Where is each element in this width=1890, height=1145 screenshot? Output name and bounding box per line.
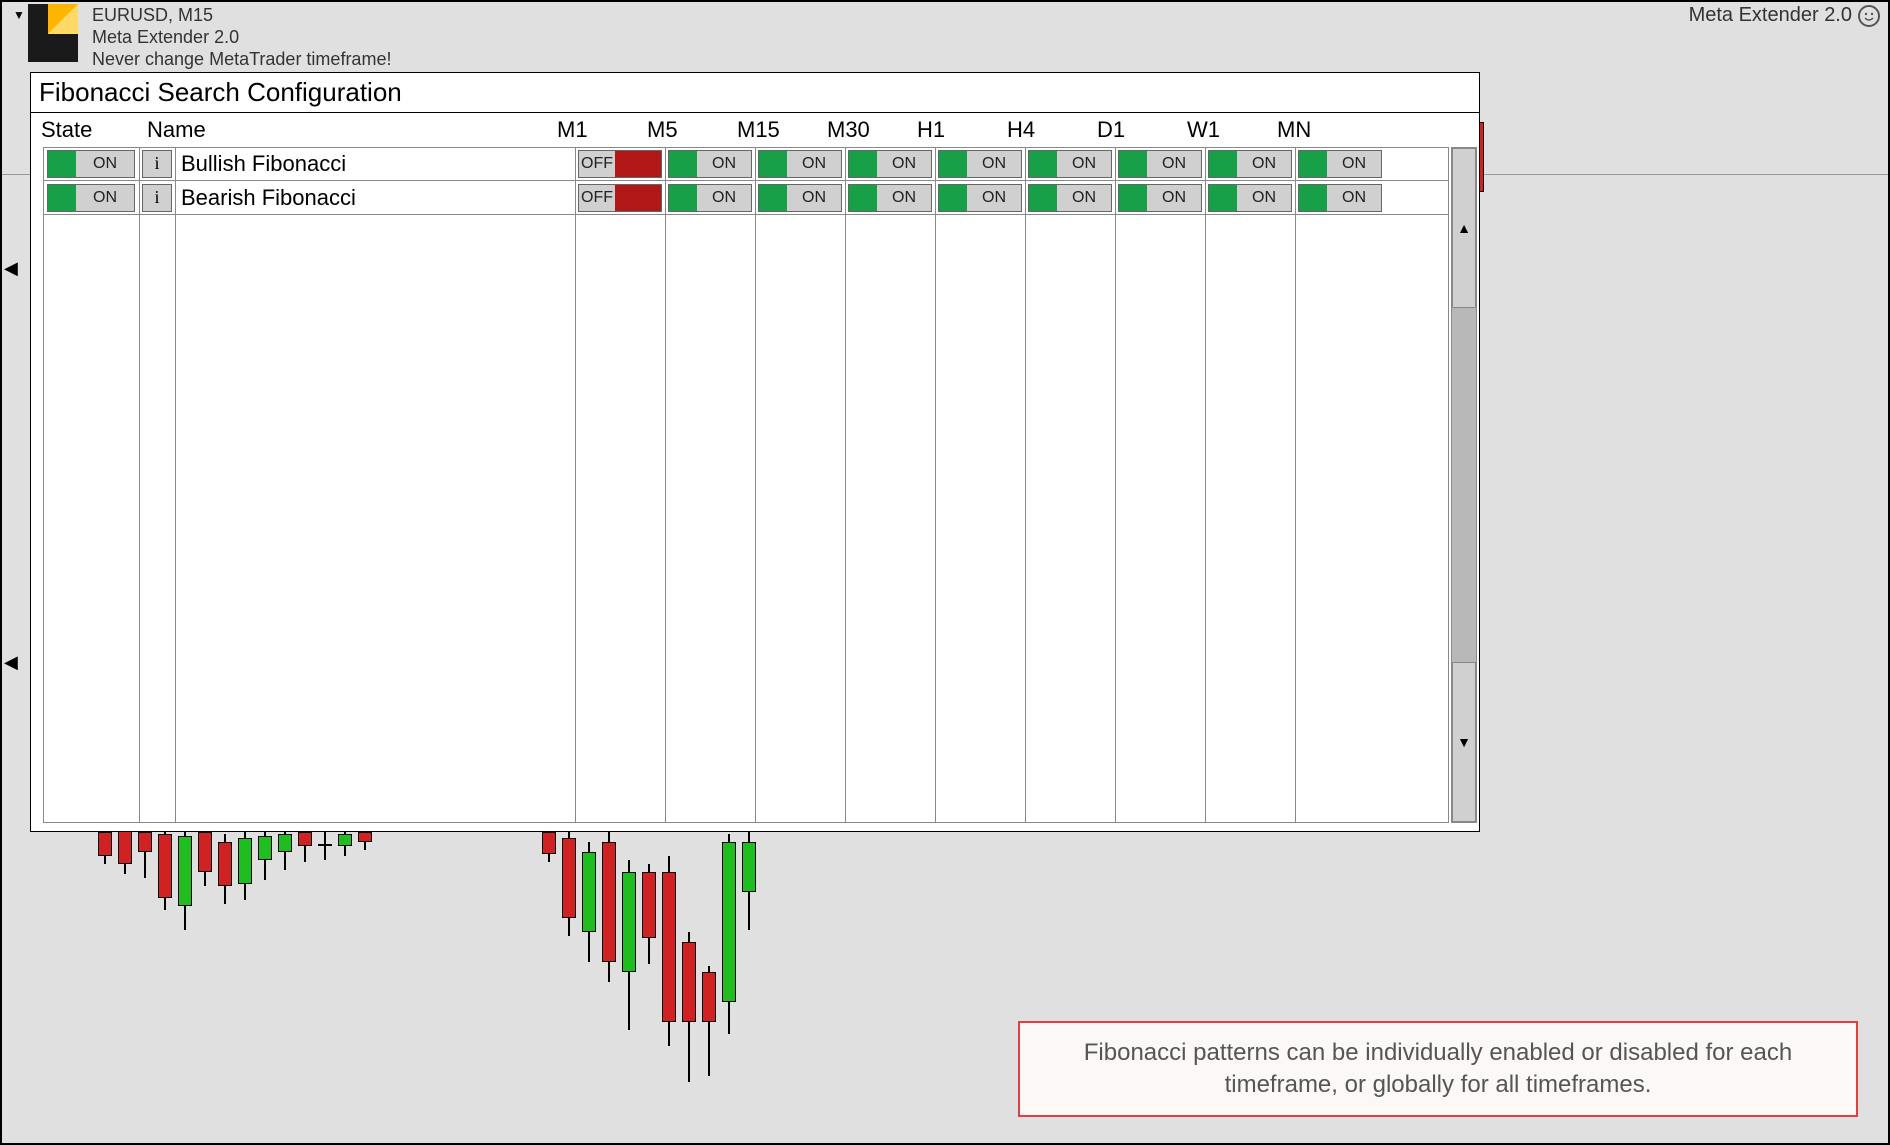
timeframe-toggle[interactable]: ON — [758, 150, 842, 178]
col-header-tf-4: H1 — [911, 117, 1001, 143]
info-button[interactable]: i — [142, 150, 172, 178]
panel-scrollbar[interactable]: ▲ ▼ — [1451, 147, 1477, 823]
dropdown-icon[interactable]: ▼ — [10, 6, 28, 24]
timeframe-toggle[interactable]: ON — [848, 150, 932, 178]
panel-collapse-arrow-2[interactable]: ◀ — [4, 652, 18, 673]
row-name: Bearish Fibonacci — [175, 181, 575, 214]
timeframe-toggle[interactable]: ON — [668, 184, 752, 212]
col-header-state: State — [31, 117, 141, 143]
info-bar: ▼ EURUSD, M15 Meta Extender 2.0 Never ch… — [10, 4, 1888, 70]
right-badge-text: Meta Extender 2.0 — [1689, 4, 1852, 27]
config-row: ONiBullish FibonacciOFFONONONONONONONON — [43, 147, 1449, 181]
tagline-label: Never change MetaTrader timeframe! — [92, 48, 391, 70]
config-panel: Fibonacci Search Configuration State Nam… — [30, 72, 1480, 832]
timeframe-toggle[interactable]: OFF — [578, 184, 662, 212]
config-row: ONiBearish FibonacciOFFONONONONONONONON — [43, 181, 1449, 215]
symbol-label: EURUSD, M15 — [92, 4, 391, 26]
product-label: Meta Extender 2.0 — [92, 26, 391, 48]
col-header-tf-3: M30 — [821, 117, 911, 143]
info-button[interactable]: i — [142, 184, 172, 212]
col-header-tf-8: MN — [1271, 117, 1361, 143]
panel-header-row: State Name M1 M5 M15 M30 H1 H4 D1 W1 MN — [31, 113, 1479, 147]
col-header-tf-6: D1 — [1091, 117, 1181, 143]
col-header-name: Name — [141, 117, 551, 143]
col-header-tf-0: M1 — [551, 117, 641, 143]
col-header-tf-7: W1 — [1181, 117, 1271, 143]
col-header-tf-1: M5 — [641, 117, 731, 143]
timeframe-toggle[interactable]: ON — [1208, 150, 1292, 178]
timeframe-toggle[interactable]: ON — [938, 150, 1022, 178]
grid-lines — [43, 147, 1449, 823]
timeframe-toggle[interactable]: ON — [1118, 150, 1202, 178]
timeframe-toggle[interactable]: ON — [758, 184, 842, 212]
row-name: Bullish Fibonacci — [175, 147, 575, 180]
timeframe-toggle[interactable]: ON — [1118, 184, 1202, 212]
right-badge: Meta Extender 2.0 — [1689, 4, 1880, 27]
smiley-icon[interactable] — [1858, 5, 1880, 27]
timeframe-toggle[interactable]: ON — [1298, 184, 1382, 212]
state-toggle[interactable]: ON — [47, 184, 135, 212]
timeframe-toggle[interactable]: ON — [938, 184, 1022, 212]
timeframe-toggle[interactable]: OFF — [578, 150, 662, 178]
timeframe-toggle[interactable]: ON — [1208, 184, 1292, 212]
col-header-tf-5: H4 — [1001, 117, 1091, 143]
product-logo — [28, 4, 78, 62]
state-toggle[interactable]: ON — [47, 150, 135, 178]
panel-title: Fibonacci Search Configuration — [31, 73, 1479, 113]
scroll-down-button[interactable]: ▼ — [1452, 662, 1476, 822]
timeframe-toggle[interactable]: ON — [1298, 150, 1382, 178]
timeframe-toggle[interactable]: ON — [1028, 184, 1112, 212]
col-header-tf-2: M15 — [731, 117, 821, 143]
timeframe-toggle[interactable]: ON — [1028, 150, 1112, 178]
timeframe-toggle[interactable]: ON — [848, 184, 932, 212]
timeframe-toggle[interactable]: ON — [668, 150, 752, 178]
annotation-note: Fibonacci patterns can be individually e… — [1018, 1021, 1858, 1117]
panel-collapse-arrow-1[interactable]: ◀ — [4, 258, 18, 279]
scroll-up-button[interactable]: ▲ — [1452, 148, 1476, 308]
